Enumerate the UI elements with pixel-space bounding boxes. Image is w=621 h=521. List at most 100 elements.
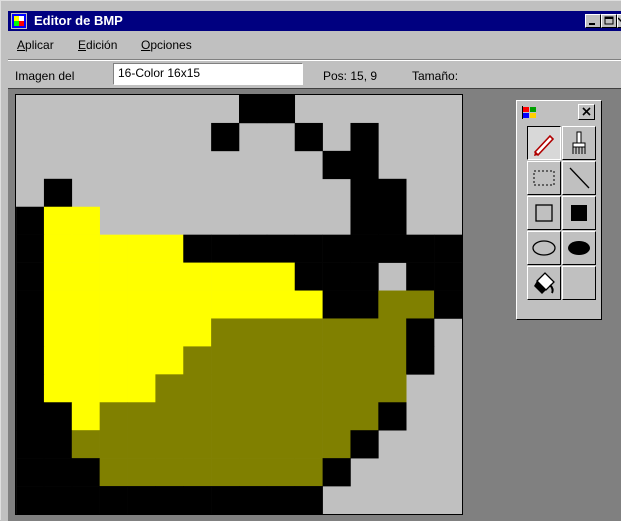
pixel-cell[interactable]	[16, 262, 45, 291]
pixel-cell[interactable]	[322, 234, 351, 263]
pixel-cell[interactable]	[211, 486, 240, 514]
pixel-cell[interactable]	[350, 206, 379, 235]
tool-select[interactable]	[527, 161, 561, 195]
pixel-cell[interactable]	[16, 458, 45, 487]
pixel-cell[interactable]	[266, 486, 296, 514]
pixel-cell[interactable]	[322, 430, 351, 459]
pixel-cell[interactable]	[266, 374, 296, 403]
pixel-cell[interactable]	[239, 262, 268, 291]
pixel-cell[interactable]	[43, 318, 73, 347]
tool-line[interactable]	[562, 161, 596, 195]
tool-fill[interactable]	[527, 266, 561, 300]
pixel-cell[interactable]	[294, 402, 323, 431]
toolbox-header[interactable]	[517, 101, 601, 123]
pixel-cell[interactable]	[434, 262, 462, 291]
pixel-cell[interactable]	[127, 458, 156, 487]
pixel-cell[interactable]	[294, 122, 323, 152]
pixel-cell[interactable]	[71, 318, 100, 347]
pixel-cell[interactable]	[239, 95, 268, 124]
pixel-cell[interactable]	[71, 430, 100, 459]
pixel-cell[interactable]	[155, 486, 184, 514]
pixel-cell[interactable]	[350, 318, 379, 347]
pixel-cell[interactable]	[322, 150, 351, 180]
pixel-cell[interactable]	[183, 486, 212, 514]
pixel-cell[interactable]	[211, 234, 240, 263]
pixel-cell[interactable]	[378, 206, 407, 235]
pixel-cell[interactable]	[322, 290, 351, 319]
pixel-cell[interactable]	[211, 402, 240, 431]
pixel-cell[interactable]	[211, 290, 240, 319]
tool-brush[interactable]	[562, 126, 596, 160]
pixel-cell[interactable]	[350, 346, 379, 375]
pixel-cell[interactable]	[99, 458, 128, 487]
pixel-cell[interactable]	[294, 374, 323, 403]
title-bar[interactable]: Editor de BMP	[8, 11, 621, 31]
pixel-cell[interactable]	[71, 206, 100, 235]
pixel-cell[interactable]	[16, 402, 45, 431]
pixel-cell[interactable]	[350, 290, 379, 319]
pixel-cell[interactable]	[350, 178, 379, 208]
tool-filled-rectangle[interactable]	[562, 196, 596, 230]
pixel-cell[interactable]	[16, 486, 45, 514]
pixel-cell[interactable]	[266, 458, 296, 487]
pixel-cell[interactable]	[99, 486, 128, 514]
pixel-cell[interactable]	[127, 346, 156, 375]
pixel-cell[interactable]	[43, 458, 73, 487]
pixel-cell[interactable]	[71, 458, 100, 487]
pixel-cell[interactable]	[294, 430, 323, 459]
pixel-canvas[interactable]	[15, 94, 463, 515]
pixel-cell[interactable]	[16, 430, 45, 459]
pixel-cell[interactable]	[239, 290, 268, 319]
pixel-cell[interactable]	[211, 430, 240, 459]
pixel-cell[interactable]	[155, 290, 184, 319]
pixel-cell[interactable]	[406, 318, 435, 347]
pixel-cell[interactable]	[127, 430, 156, 459]
pixel-cell[interactable]	[16, 318, 45, 347]
pixel-cell[interactable]	[378, 374, 407, 403]
pixel-cell[interactable]	[155, 430, 184, 459]
pixel-cell[interactable]	[71, 234, 100, 263]
pixel-cell[interactable]	[183, 262, 212, 291]
maximize-button[interactable]	[601, 14, 617, 28]
pixel-cell[interactable]	[266, 346, 296, 375]
pixel-cell[interactable]	[71, 486, 100, 514]
pixel-cell[interactable]	[99, 234, 128, 263]
pixel-cell[interactable]	[183, 430, 212, 459]
tool-pencil[interactable]	[527, 126, 561, 160]
pixel-cell[interactable]	[239, 234, 268, 263]
pixel-cell[interactable]	[350, 234, 379, 263]
pixel-cell[interactable]	[322, 374, 351, 403]
pixel-cell[interactable]	[99, 402, 128, 431]
pixel-cell[interactable]	[406, 346, 435, 375]
pixel-cell[interactable]	[155, 402, 184, 431]
pixel-cell[interactable]	[99, 318, 128, 347]
pixel-cell[interactable]	[183, 234, 212, 263]
pixel-cell[interactable]	[406, 234, 435, 263]
pixel-cell[interactable]	[322, 458, 351, 487]
pixel-cell[interactable]	[294, 346, 323, 375]
pixel-cell[interactable]	[350, 374, 379, 403]
pixel-cell[interactable]	[350, 150, 379, 180]
pixel-cell[interactable]	[211, 346, 240, 375]
pixel-cell[interactable]	[16, 290, 45, 319]
pixel-cell[interactable]	[43, 374, 73, 403]
pixel-cell[interactable]	[350, 430, 379, 459]
pixel-cell[interactable]	[434, 290, 462, 319]
pixel-cell[interactable]	[350, 122, 379, 152]
tool-rectangle[interactable]	[527, 196, 561, 230]
pixel-cell[interactable]	[155, 234, 184, 263]
pixel-cell[interactable]	[239, 402, 268, 431]
pixel-cell[interactable]	[434, 234, 462, 263]
pixel-cell[interactable]	[155, 318, 184, 347]
pixel-cell[interactable]	[127, 262, 156, 291]
pixel-cell[interactable]	[127, 318, 156, 347]
tool-ellipse[interactable]	[527, 231, 561, 265]
pixel-cell[interactable]	[378, 234, 407, 263]
pixel-cell[interactable]	[294, 262, 323, 291]
pixel-cell[interactable]	[155, 346, 184, 375]
minimize-button[interactable]	[585, 14, 601, 28]
pixel-cell[interactable]	[127, 486, 156, 514]
pixel-cell[interactable]	[266, 430, 296, 459]
pixel-cell[interactable]	[43, 206, 73, 235]
tool-filled-ellipse[interactable]	[562, 231, 596, 265]
